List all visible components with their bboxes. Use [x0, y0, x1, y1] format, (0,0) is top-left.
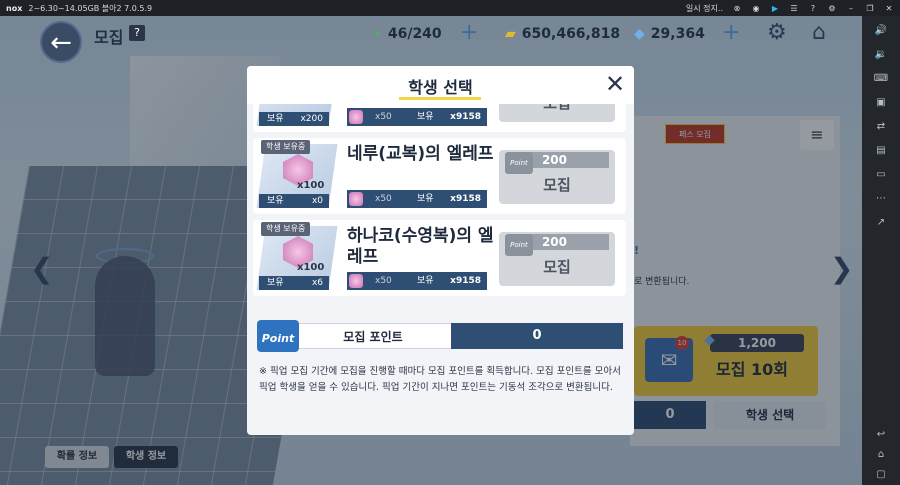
recent-nav-icon[interactable]: ▢: [873, 468, 889, 482]
window-close-icon[interactable]: ✕: [884, 4, 894, 13]
recruit-label: 모집: [543, 176, 571, 194]
student-list[interactable]: 보유 x200 x50 보유 x9158 모집: [253, 104, 626, 314]
close-circle-icon[interactable]: ⊗: [732, 4, 742, 13]
owned-tag: 학생 보유중: [261, 140, 311, 154]
cost-owned-label: 보유: [417, 194, 434, 204]
apk-icon[interactable]: ▤: [873, 144, 889, 158]
student-name: 하나코(수영복)의 엘레프: [347, 226, 494, 267]
credit-icon: ▰: [505, 26, 516, 42]
recruit-button[interactable]: 200 Point 모집: [499, 232, 615, 286]
cost-owned-label: 보유: [417, 276, 434, 286]
top-bar: ← 모집 ? ⚡ 46/240 + ▰ 650,466,818 ◆ 29,364…: [0, 16, 862, 63]
keyboard-icon[interactable]: ⌨: [873, 72, 889, 86]
cost-strip: x50 보유 x9158: [347, 190, 487, 208]
cost-strip: x50 보유 x9158: [347, 108, 487, 126]
owned-tag: 학생 보유중: [261, 222, 311, 236]
emulator-window: nox 2~6.30~14.05GB 블아2 7.0.5.9 일시 정지.. ⊗…: [0, 0, 900, 485]
recruit-button[interactable]: 모집: [499, 104, 615, 122]
point-icon: Point: [505, 152, 533, 174]
help-circle-icon[interactable]: ?: [808, 4, 818, 13]
add-energy-button[interactable]: +: [460, 20, 478, 45]
fullscreen-icon[interactable]: ↗: [873, 216, 889, 230]
cost-owned-amount: x9158: [450, 194, 481, 204]
recruit-button[interactable]: 200 Point 모집: [499, 150, 615, 204]
gear-icon[interactable]: ⚙: [767, 20, 787, 45]
screen-icon[interactable]: ▭: [873, 168, 889, 182]
owned-count-strip: 보유 x200: [259, 112, 329, 126]
gem-value: 29,364: [650, 26, 705, 42]
cost-owned-amount: x9158: [450, 276, 481, 286]
settings-icon[interactable]: ⚙: [827, 4, 837, 13]
emulator-title: 2~6.30~14.05GB 블아2 7.0.5.9: [28, 3, 153, 13]
record-icon[interactable]: ◉: [751, 4, 761, 13]
home-nav-icon[interactable]: ⌂: [873, 448, 889, 462]
back-nav-icon[interactable]: ↩: [873, 428, 889, 442]
nox-logo: nox: [6, 3, 23, 13]
volume-down-icon[interactable]: 🔉: [873, 48, 889, 62]
page-title: 모집: [94, 28, 124, 47]
close-icon[interactable]: ✕: [605, 70, 625, 98]
cost-owned-amount: x9158: [450, 112, 481, 122]
cost-multiplier: x50: [375, 194, 392, 204]
cost-multiplier: x50: [375, 112, 392, 122]
modal-header: 학생 선택 ✕: [247, 66, 634, 104]
point-icon: Point: [505, 234, 533, 256]
student-select-modal: 학생 선택 ✕ 보유 x200 x50 보유 x9158 학생 보유중 x100…: [247, 66, 634, 435]
owned-label: 보유: [267, 114, 284, 124]
minimize-icon[interactable]: –: [846, 4, 856, 13]
student-name: 네루(교복)의 엘레프: [347, 144, 494, 164]
pyroxene-icon: ◆: [634, 26, 645, 42]
owned-count: x6: [311, 278, 323, 288]
owned-count-strip: 보유 x0: [259, 194, 329, 208]
credit-display: ▰ 650,466,818: [505, 24, 620, 44]
play-icon[interactable]: ▶: [770, 4, 780, 13]
cost-strip: x50 보유 x9158: [347, 272, 487, 290]
recruit-label: 모집: [543, 258, 571, 276]
recruit-point-label: 모집 포인트: [295, 323, 451, 349]
add-gem-button[interactable]: +: [722, 20, 740, 45]
back-button[interactable]: ←: [40, 21, 82, 63]
notice-text: ※ 픽업 모집 기간에 모집을 진행할 때마다 모집 포인트를 획득합니다. 모…: [259, 366, 621, 393]
eleph-count: x100: [297, 262, 325, 273]
owned-count: x200: [300, 114, 323, 124]
owned-label: 보유: [267, 196, 284, 206]
list-item: 학생 보유중 x100 보유 x6 하나코(수영복)의 엘레프 x50 보유 x…: [253, 220, 626, 296]
help-icon[interactable]: ?: [129, 25, 145, 41]
title-underline: [399, 97, 481, 100]
cost-multiplier: x50: [375, 276, 392, 286]
cost-owned-label: 보유: [417, 112, 434, 122]
more-icon[interactable]: ⋯: [873, 192, 889, 206]
recruit-label: 모집: [499, 104, 615, 113]
back-arrow-icon: ←: [50, 28, 72, 58]
menu-icon[interactable]: ☰: [789, 4, 799, 13]
emulator-controls: 일시 정지.. ⊗ ◉ ▶ ☰ ? ⚙ – ❐ ✕: [686, 0, 894, 16]
volume-up-icon[interactable]: 🔊: [873, 24, 889, 38]
lightning-icon: ⚡: [372, 26, 382, 42]
eleph-count: x100: [297, 180, 325, 191]
eleph-icon: [349, 110, 363, 124]
modal-title: 학생 선택: [408, 78, 473, 97]
pause-label[interactable]: 일시 정지..: [686, 3, 723, 14]
sync-icon[interactable]: ⇄: [873, 120, 889, 134]
gem-display: ◆ 29,364: [634, 24, 705, 44]
screenshot-icon[interactable]: ▣: [873, 96, 889, 110]
point-envelope-icon: Point: [257, 320, 299, 352]
list-item: 학생 보유중 x100 보유 x0 네루(교복)의 엘레프 x50 보유 x91…: [253, 138, 626, 214]
energy-display: ⚡ 46/240: [372, 24, 442, 44]
emulator-title-bar: nox 2~6.30~14.05GB 블아2 7.0.5.9 일시 정지.. ⊗…: [0, 0, 900, 16]
recruit-point-value: 0: [451, 323, 623, 349]
owned-count: x0: [311, 196, 323, 206]
list-item: 보유 x200 x50 보유 x9158 모집: [253, 104, 626, 132]
recruit-point-row: 모집 포인트 0 Point: [255, 320, 625, 352]
owned-label: 보유: [267, 278, 284, 288]
energy-value: 46/240: [387, 26, 442, 42]
eleph-icon: [349, 192, 363, 206]
emulator-sidebar: 🔊 🔉 ⌨ ▣ ⇄ ▤ ▭ ⋯ ↗ ↩ ⌂ ▢: [862, 16, 900, 485]
home-icon[interactable]: ⌂: [812, 20, 826, 45]
eleph-icon: [349, 274, 363, 288]
credit-value: 650,466,818: [521, 26, 621, 42]
game-screen: 페스 모집 ≡ ! 로 변환됩니다. ✉ 10 1,200 ◆ 모집 10회 0…: [0, 16, 862, 485]
restore-icon[interactable]: ❐: [865, 4, 875, 13]
owned-count-strip: 보유 x6: [259, 276, 329, 290]
